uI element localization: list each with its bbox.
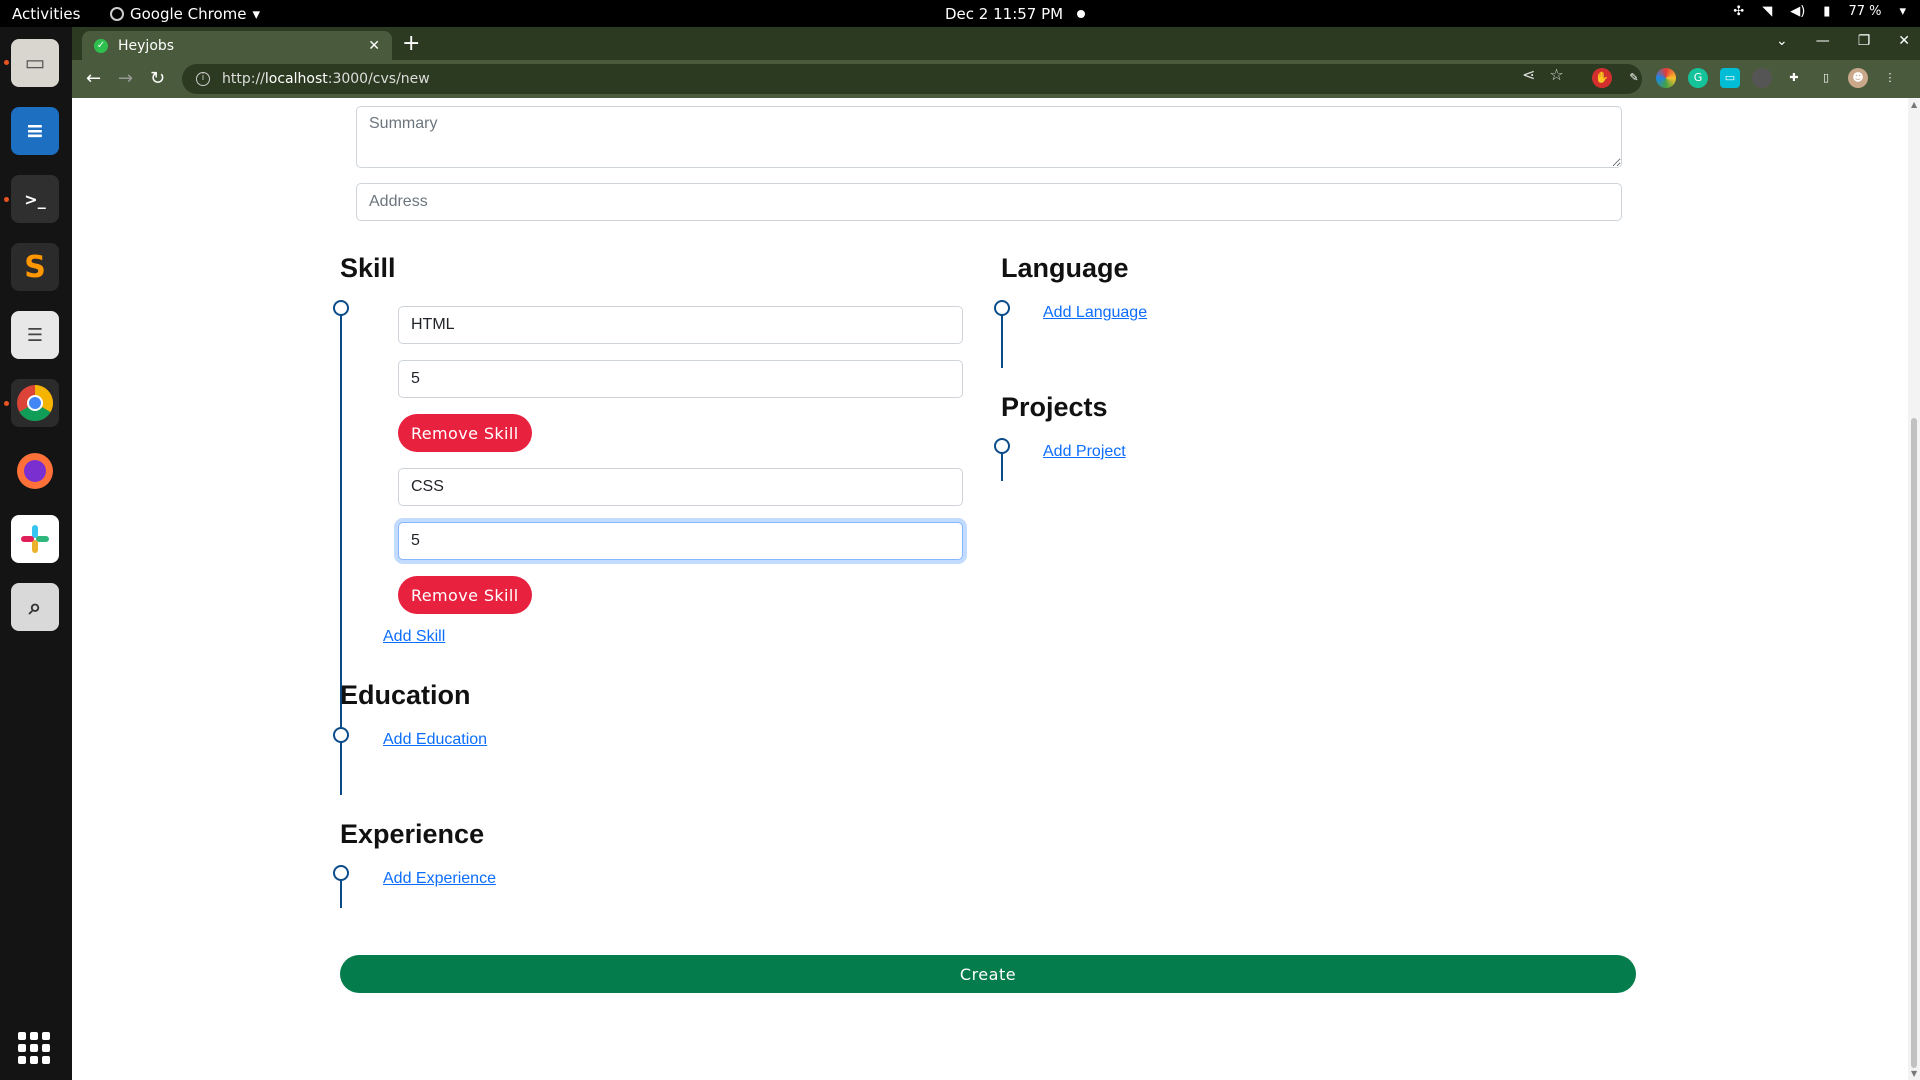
caret-down-icon: ▾ xyxy=(252,5,261,23)
url-text: http://localhost:3000/cvs/new xyxy=(222,71,430,87)
skill-timeline-dot xyxy=(333,300,349,316)
extension-pen-icon[interactable]: ✎ xyxy=(1624,68,1644,88)
slack-app-icon[interactable] xyxy=(11,515,59,563)
network-icon: ✣ xyxy=(1733,4,1745,19)
files-app-icon[interactable]: ▭ xyxy=(11,39,59,87)
battery-icon: ▮ xyxy=(1823,4,1831,19)
browser-toolbar: ← → ↻ i http://localhost:3000/cvs/new ⋖ … xyxy=(72,60,1920,98)
running-indicator xyxy=(4,60,9,65)
side-panel-icon[interactable]: ▯ xyxy=(1816,68,1836,88)
scroll-down-icon[interactable]: ▼ xyxy=(1911,1069,1917,1078)
remove-skill-button[interactable]: Remove Skill xyxy=(398,576,532,614)
info-icon[interactable]: i xyxy=(196,72,210,86)
add-project-link[interactable]: Add Project xyxy=(1043,443,1126,461)
running-indicator xyxy=(4,401,9,406)
projects-section-title: Projects xyxy=(1001,392,1108,422)
scrollbar-thumb[interactable] xyxy=(1911,418,1917,1068)
activities-button[interactable]: Activities xyxy=(12,5,80,23)
extensions-bar: ✋ ✎ G ▭ ✚ ▯ ☻ ⋮ xyxy=(1592,68,1900,88)
language-timeline-line xyxy=(1001,308,1003,368)
add-experience-link[interactable]: Add Experience xyxy=(383,870,496,888)
summary-textarea[interactable] xyxy=(356,106,1622,168)
show-applications-icon[interactable] xyxy=(18,1032,50,1064)
writer-app-icon[interactable]: ≡ xyxy=(11,107,59,155)
extension-chat-icon[interactable]: ▭ xyxy=(1720,68,1740,88)
scroll-up-icon[interactable]: ▲ xyxy=(1911,100,1917,109)
share-icon[interactable]: ⋖ xyxy=(1522,65,1535,84)
back-icon[interactable]: ← xyxy=(86,68,101,89)
vertical-scrollbar[interactable]: ▲ ▼ xyxy=(1908,98,1920,1080)
check-icon: ✓ xyxy=(94,38,108,53)
new-tab-button[interactable]: + xyxy=(402,31,420,56)
address-input[interactable] xyxy=(356,183,1622,221)
create-button[interactable]: Create xyxy=(340,955,1636,993)
skill-name-input[interactable] xyxy=(398,468,963,506)
chrome-app-icon[interactable] xyxy=(11,379,59,427)
language-section-title: Language xyxy=(1001,253,1129,283)
notification-dot-icon xyxy=(1077,10,1086,18)
extensions-puzzle-icon[interactable]: ✚ xyxy=(1784,68,1804,88)
address-bar[interactable]: i http://localhost:3000/cvs/new xyxy=(182,64,1642,94)
running-indicator xyxy=(4,197,9,202)
education-timeline-line xyxy=(340,735,342,795)
language-timeline-dot xyxy=(994,300,1010,316)
chevron-down-icon: ▾ xyxy=(1899,4,1906,19)
grammarly-icon[interactable]: G xyxy=(1688,68,1708,88)
experience-timeline-dot xyxy=(333,865,349,881)
window-controls: ⌄ — ❐ ✕ xyxy=(1776,33,1910,49)
terminal-app-icon[interactable]: >_ xyxy=(11,175,59,223)
close-window-icon[interactable]: ✕ xyxy=(1898,33,1910,49)
reload-icon[interactable]: ↻ xyxy=(150,68,165,89)
minimize-icon[interactable]: — xyxy=(1816,33,1830,49)
extension-color-icon[interactable] xyxy=(1656,68,1676,88)
close-icon[interactable]: ✕ xyxy=(368,38,380,54)
firefox-app-icon[interactable] xyxy=(11,447,59,495)
browser-window: ✓ Heyjobs ✕ + ⌄ — ❐ ✕ ← → ↻ i http://loc… xyxy=(72,27,1920,1080)
tab-strip: ✓ Heyjobs ✕ + ⌄ — ❐ ✕ xyxy=(72,27,1920,60)
skill-level-input[interactable] xyxy=(398,360,963,398)
wifi-icon: ◥ xyxy=(1762,4,1773,19)
tab-heyjobs[interactable]: ✓ Heyjobs ✕ xyxy=(82,31,392,60)
bookmark-star-icon[interactable]: ☆ xyxy=(1549,65,1563,84)
education-timeline-dot xyxy=(333,727,349,743)
sublime-text-app-icon[interactable]: S xyxy=(11,243,59,291)
chrome-app-icon xyxy=(110,7,124,21)
skill-name-input[interactable] xyxy=(398,306,963,344)
extension-gray-icon[interactable] xyxy=(1752,68,1772,88)
document-viewer-app-icon[interactable]: ☰ xyxy=(11,311,59,359)
tab-search-icon[interactable]: ⌄ xyxy=(1776,33,1788,49)
forward-icon[interactable]: → xyxy=(118,68,133,89)
omnibox-actions: ⋖ ☆ xyxy=(1522,65,1564,84)
clock[interactable]: Dec 2 11:57 PM xyxy=(945,5,1086,23)
menu-kebab-icon[interactable]: ⋮ xyxy=(1880,68,1900,88)
dock: ▭ ≡ >_ S ☰ ⌕ xyxy=(0,27,72,1080)
add-skill-link[interactable]: Add Skill xyxy=(383,628,445,646)
tab-title: Heyjobs xyxy=(118,37,175,54)
education-section-title: Education xyxy=(340,680,471,710)
app-name: Google Chrome xyxy=(130,5,247,23)
app-menu[interactable]: Google Chrome ▾ xyxy=(110,5,260,23)
add-language-link[interactable]: Add Language xyxy=(1043,304,1147,322)
clock-text: Dec 2 11:57 PM xyxy=(945,5,1064,23)
extension-hand-icon[interactable]: ✋ xyxy=(1592,68,1612,88)
search-app-icon[interactable]: ⌕ xyxy=(11,583,59,631)
volume-icon: ◀) xyxy=(1790,4,1806,19)
skill-level-input[interactable] xyxy=(398,522,963,560)
system-tray[interactable]: ✣ ◥ ◀) ▮ 77 % ▾ xyxy=(1733,4,1906,19)
page-viewport: Skill Remove Skill Remove Skill Add Skil… xyxy=(72,98,1920,1080)
skill-section-title: Skill xyxy=(340,253,396,283)
maximize-icon[interactable]: ❐ xyxy=(1858,33,1871,49)
experience-section-title: Experience xyxy=(340,819,485,849)
system-top-bar: Activities Google Chrome ▾ Dec 2 11:57 P… xyxy=(0,0,1920,27)
add-education-link[interactable]: Add Education xyxy=(383,731,487,749)
projects-timeline-dot xyxy=(994,438,1010,454)
battery-percent: 77 % xyxy=(1848,4,1882,19)
remove-skill-button[interactable]: Remove Skill xyxy=(398,414,532,452)
profile-avatar[interactable]: ☻ xyxy=(1848,68,1868,88)
